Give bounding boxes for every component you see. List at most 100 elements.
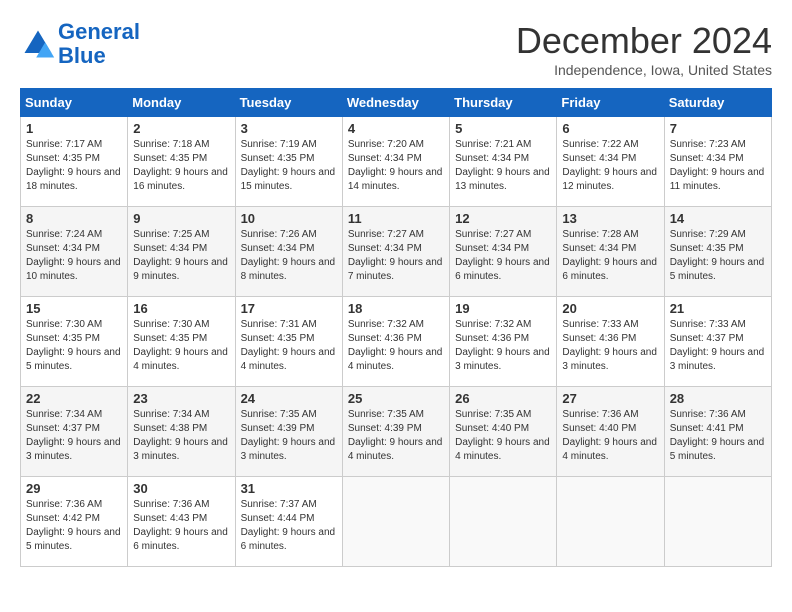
- day-cell-11: 11 Sunrise: 7:27 AMSunset: 4:34 PMDayligh…: [342, 207, 449, 297]
- day-cell-25: 25 Sunrise: 7:35 AMSunset: 4:39 PMDayligh…: [342, 387, 449, 477]
- day-number: 21: [670, 301, 766, 316]
- day-info: Sunrise: 7:33 AMSunset: 4:37 PMDaylight:…: [670, 318, 766, 374]
- day-number: 2: [133, 121, 229, 136]
- day-info: Sunrise: 7:19 AMSunset: 4:35 PMDaylight:…: [241, 138, 337, 194]
- day-cell-24: 24 Sunrise: 7:35 AMSunset: 4:39 PMDayligh…: [235, 387, 342, 477]
- day-info: Sunrise: 7:26 AMSunset: 4:34 PMDaylight:…: [241, 228, 337, 284]
- calendar-week-4: 22 Sunrise: 7:34 AMSunset: 4:37 PMDayligh…: [21, 387, 772, 477]
- empty-cell: [664, 477, 771, 567]
- day-number: 7: [670, 121, 766, 136]
- calendar-table: SundayMondayTuesdayWednesdayThursdayFrid…: [20, 88, 772, 567]
- day-info: Sunrise: 7:30 AMSunset: 4:35 PMDaylight:…: [26, 318, 122, 374]
- calendar-week-1: 1 Sunrise: 7:17 AMSunset: 4:35 PMDaylight…: [21, 117, 772, 207]
- day-number: 8: [26, 211, 122, 226]
- day-cell-26: 26Sunrise: 7:35 AMSunset: 4:40 PMDayligh…: [450, 387, 557, 477]
- logo-text: General Blue: [58, 20, 140, 68]
- day-info: Sunrise: 7:34 AMSunset: 4:37 PMDaylight:…: [26, 408, 122, 464]
- header-day-thursday: Thursday: [450, 89, 557, 117]
- header-day-monday: Monday: [128, 89, 235, 117]
- day-cell-7: 7Sunrise: 7:23 AMSunset: 4:34 PMDaylight…: [664, 117, 771, 207]
- day-number: 16: [133, 301, 229, 316]
- day-info: Sunrise: 7:35 AMSunset: 4:39 PMDaylight:…: [348, 408, 444, 464]
- day-number: 27: [562, 391, 658, 406]
- day-number: 9: [133, 211, 229, 226]
- day-number: 23: [133, 391, 229, 406]
- day-cell-15: 15 Sunrise: 7:30 AMSunset: 4:35 PMDayligh…: [21, 297, 128, 387]
- day-cell-6: 6 Sunrise: 7:22 AMSunset: 4:34 PMDaylight…: [557, 117, 664, 207]
- day-cell-17: 17 Sunrise: 7:31 AMSunset: 4:35 PMDayligh…: [235, 297, 342, 387]
- day-number: 24: [241, 391, 337, 406]
- day-number: 4: [348, 121, 444, 136]
- day-info: Sunrise: 7:27 AMSunset: 4:34 PMDaylight:…: [455, 228, 551, 284]
- day-cell-19: 19Sunrise: 7:32 AMSunset: 4:36 PMDayligh…: [450, 297, 557, 387]
- day-cell-18: 18 Sunrise: 7:32 AMSunset: 4:36 PMDayligh…: [342, 297, 449, 387]
- day-cell-20: 20Sunrise: 7:33 AMSunset: 4:36 PMDayligh…: [557, 297, 664, 387]
- logo: General Blue: [20, 20, 140, 68]
- day-info: Sunrise: 7:28 AMSunset: 4:34 PMDaylight:…: [562, 228, 658, 284]
- calendar-week-5: 29Sunrise: 7:36 AMSunset: 4:42 PMDayligh…: [21, 477, 772, 567]
- day-info: Sunrise: 7:27 AMSunset: 4:34 PMDaylight:…: [348, 228, 444, 284]
- empty-cell: [450, 477, 557, 567]
- day-cell-27: 27 Sunrise: 7:36 AMSunset: 4:40 PMDayligh…: [557, 387, 664, 477]
- header-day-tuesday: Tuesday: [235, 89, 342, 117]
- header-day-saturday: Saturday: [664, 89, 771, 117]
- day-info: Sunrise: 7:36 AMSunset: 4:43 PMDaylight:…: [133, 498, 229, 554]
- day-info: Sunrise: 7:36 AMSunset: 4:40 PMDaylight:…: [562, 408, 658, 464]
- day-info: Sunrise: 7:37 AMSunset: 4:44 PMDaylight:…: [241, 498, 337, 554]
- day-number: 10: [241, 211, 337, 226]
- header-day-sunday: Sunday: [21, 89, 128, 117]
- day-number: 13: [562, 211, 658, 226]
- day-cell-23: 23 Sunrise: 7:34 AMSunset: 4:38 PMDayligh…: [128, 387, 235, 477]
- day-cell-2: 2 Sunrise: 7:18 AMSunset: 4:35 PMDaylight…: [128, 117, 235, 207]
- day-info: Sunrise: 7:18 AMSunset: 4:35 PMDaylight:…: [133, 138, 229, 194]
- day-info: Sunrise: 7:36 AMSunset: 4:41 PMDaylight:…: [670, 408, 766, 464]
- day-info: Sunrise: 7:30 AMSunset: 4:35 PMDaylight:…: [133, 318, 229, 374]
- day-number: 31: [241, 481, 337, 496]
- logo-icon: [20, 26, 56, 62]
- day-info: Sunrise: 7:34 AMSunset: 4:38 PMDaylight:…: [133, 408, 229, 464]
- day-info: Sunrise: 7:31 AMSunset: 4:35 PMDaylight:…: [241, 318, 337, 374]
- day-number: 22: [26, 391, 122, 406]
- empty-cell: [557, 477, 664, 567]
- day-number: 29: [26, 481, 122, 496]
- day-number: 3: [241, 121, 337, 136]
- calendar-header: SundayMondayTuesdayWednesdayThursdayFrid…: [21, 89, 772, 117]
- day-cell-1: 1 Sunrise: 7:17 AMSunset: 4:35 PMDaylight…: [21, 117, 128, 207]
- day-cell-22: 22 Sunrise: 7:34 AMSunset: 4:37 PMDayligh…: [21, 387, 128, 477]
- day-number: 17: [241, 301, 337, 316]
- day-info: Sunrise: 7:32 AMSunset: 4:36 PMDaylight:…: [348, 318, 444, 374]
- day-cell-9: 9 Sunrise: 7:25 AMSunset: 4:34 PMDaylight…: [128, 207, 235, 297]
- day-number: 30: [133, 481, 229, 496]
- day-info: Sunrise: 7:29 AMSunset: 4:35 PMDaylight:…: [670, 228, 766, 284]
- day-cell-3: 3 Sunrise: 7:19 AMSunset: 4:35 PMDaylight…: [235, 117, 342, 207]
- day-number: 1: [26, 121, 122, 136]
- day-info: Sunrise: 7:32 AMSunset: 4:36 PMDaylight:…: [455, 318, 551, 374]
- day-cell-28: 28 Sunrise: 7:36 AMSunset: 4:41 PMDayligh…: [664, 387, 771, 477]
- day-cell-5: 5 Sunrise: 7:21 AMSunset: 4:34 PMDaylight…: [450, 117, 557, 207]
- day-number: 25: [348, 391, 444, 406]
- location: Independence, Iowa, United States: [516, 62, 772, 78]
- day-info: Sunrise: 7:21 AMSunset: 4:34 PMDaylight:…: [455, 138, 551, 194]
- day-cell-30: 30 Sunrise: 7:36 AMSunset: 4:43 PMDayligh…: [128, 477, 235, 567]
- day-number: 26: [455, 391, 551, 406]
- day-cell-8: 8Sunrise: 7:24 AMSunset: 4:34 PMDaylight…: [21, 207, 128, 297]
- header-row: SundayMondayTuesdayWednesdayThursdayFrid…: [21, 89, 772, 117]
- day-number: 6: [562, 121, 658, 136]
- day-number: 28: [670, 391, 766, 406]
- day-info: Sunrise: 7:17 AMSunset: 4:35 PMDaylight:…: [26, 138, 122, 194]
- calendar-week-2: 8Sunrise: 7:24 AMSunset: 4:34 PMDaylight…: [21, 207, 772, 297]
- day-cell-10: 10 Sunrise: 7:26 AMSunset: 4:34 PMDayligh…: [235, 207, 342, 297]
- month-title: December 2024: [516, 20, 772, 62]
- day-number: 15: [26, 301, 122, 316]
- day-cell-14: 14Sunrise: 7:29 AMSunset: 4:35 PMDayligh…: [664, 207, 771, 297]
- day-cell-29: 29Sunrise: 7:36 AMSunset: 4:42 PMDayligh…: [21, 477, 128, 567]
- day-info: Sunrise: 7:35 AMSunset: 4:39 PMDaylight:…: [241, 408, 337, 464]
- day-info: Sunrise: 7:22 AMSunset: 4:34 PMDaylight:…: [562, 138, 658, 194]
- day-cell-12: 12Sunrise: 7:27 AMSunset: 4:34 PMDayligh…: [450, 207, 557, 297]
- day-number: 5: [455, 121, 551, 136]
- day-info: Sunrise: 7:20 AMSunset: 4:34 PMDaylight:…: [348, 138, 444, 194]
- day-cell-16: 16 Sunrise: 7:30 AMSunset: 4:35 PMDayligh…: [128, 297, 235, 387]
- day-number: 18: [348, 301, 444, 316]
- day-info: Sunrise: 7:25 AMSunset: 4:34 PMDaylight:…: [133, 228, 229, 284]
- day-number: 11: [348, 211, 444, 226]
